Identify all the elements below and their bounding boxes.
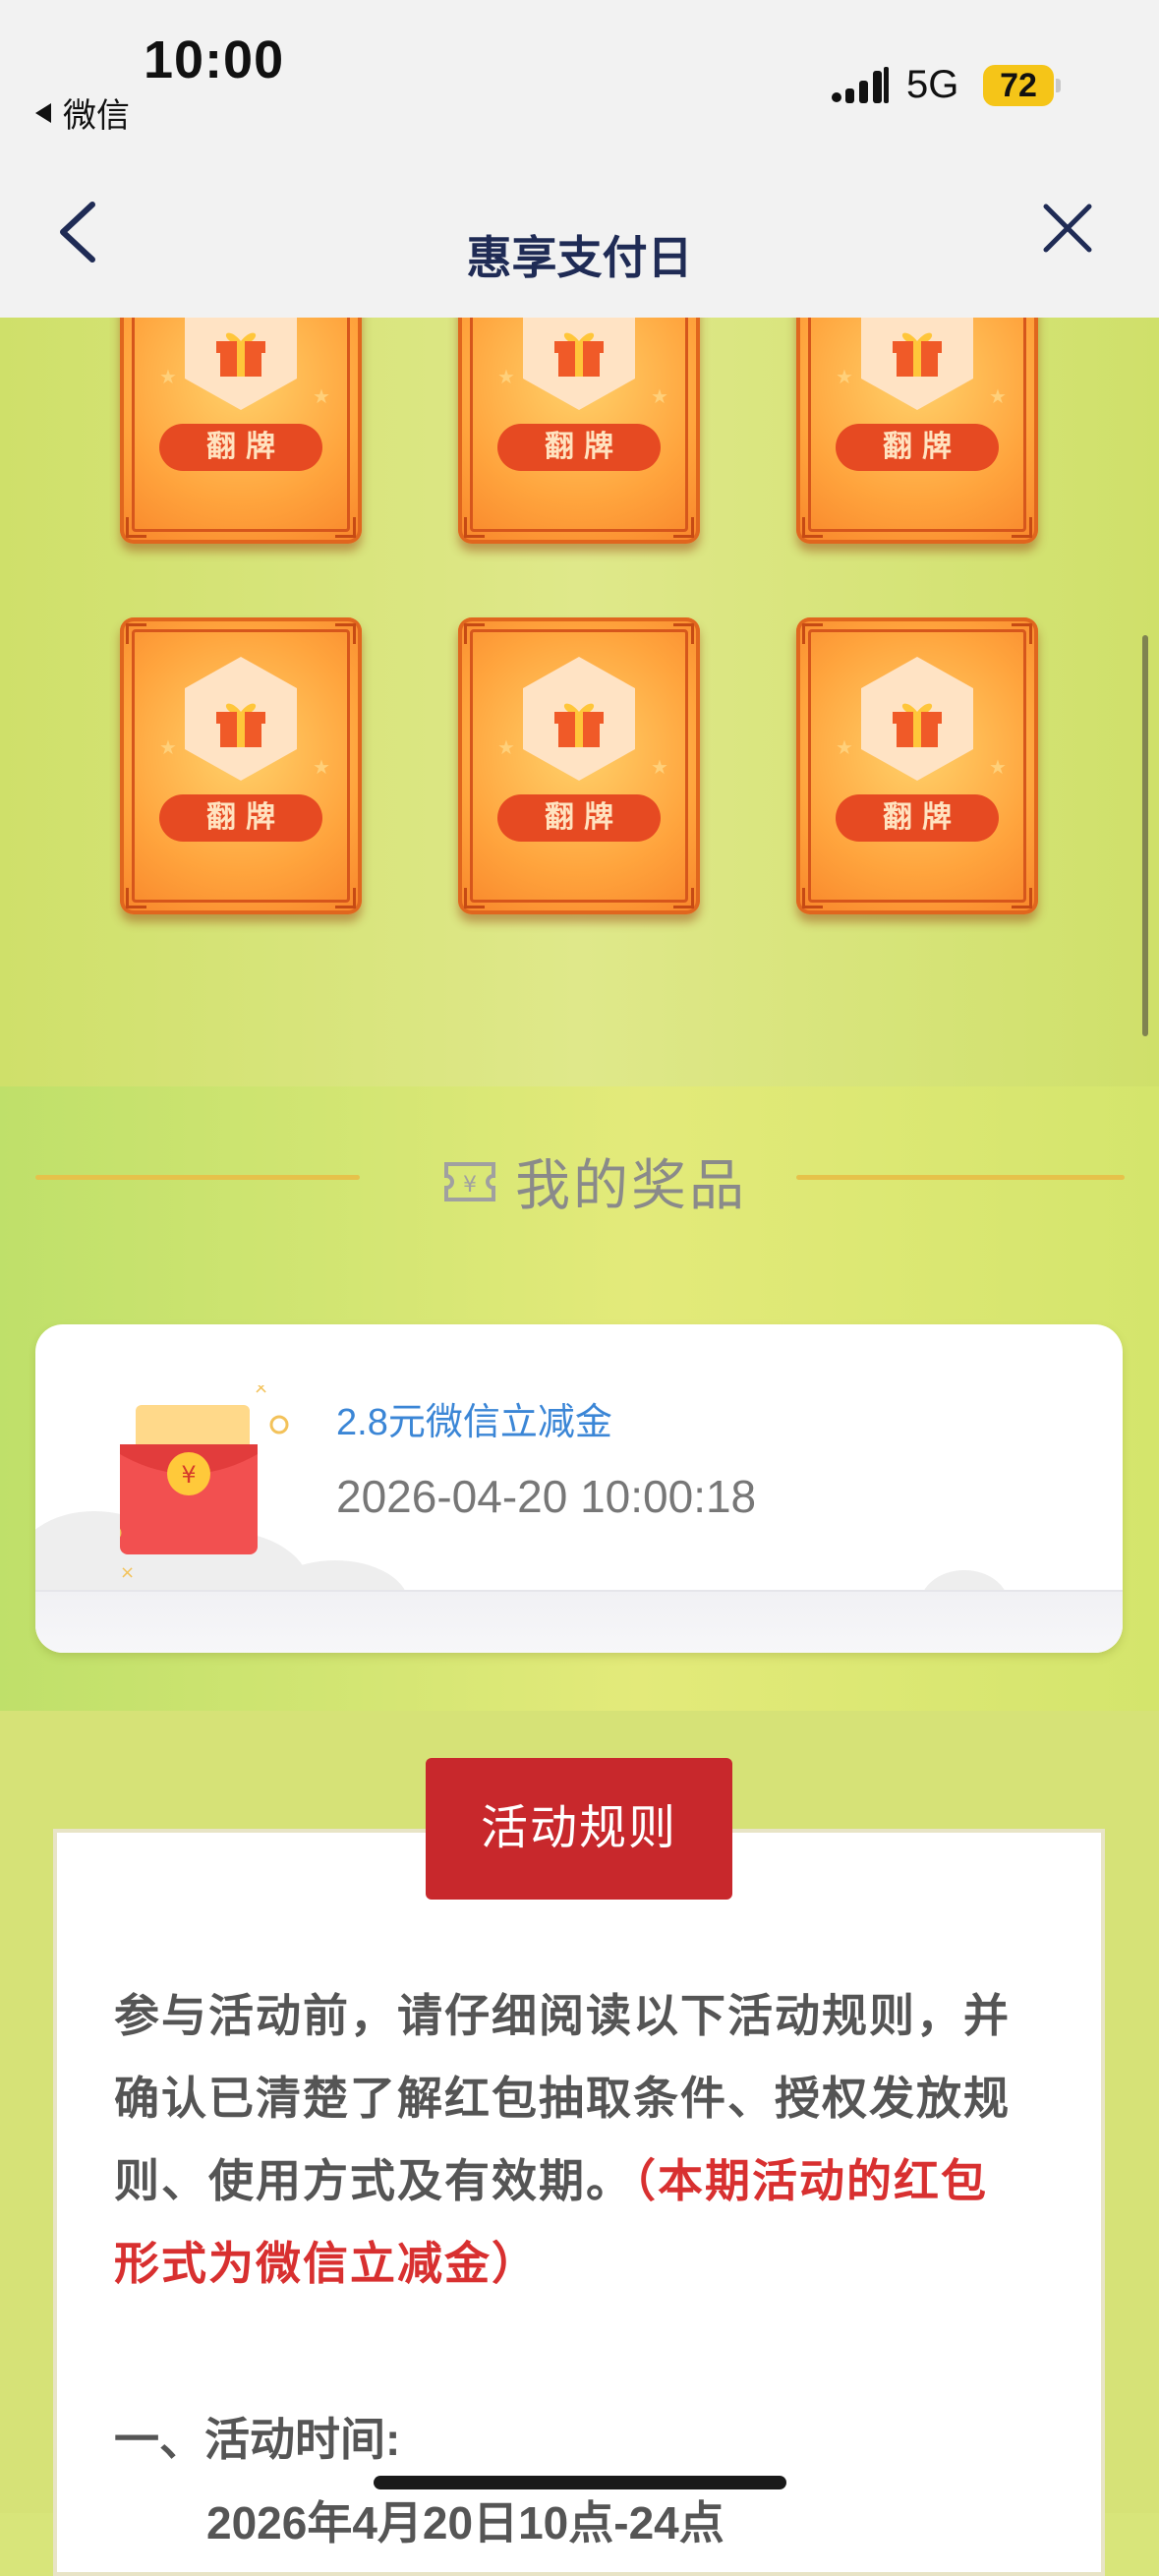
card-corner: [335, 517, 356, 538]
svg-text:×: ×: [254, 1385, 268, 1398]
page-title: 惠享支付日: [466, 232, 693, 283]
star-icon: ★: [313, 386, 330, 408]
close-icon[interactable]: [1038, 199, 1097, 258]
card-corner: [802, 623, 823, 644]
battery-level: 72: [1000, 66, 1037, 104]
star-icon: ★: [313, 757, 330, 779]
star-icon: ★: [836, 367, 853, 388]
back-triangle-icon: [35, 102, 51, 123]
gift-icon: [554, 703, 604, 747]
star-icon: ★: [497, 367, 515, 388]
prize-card-footer: [35, 1590, 1123, 1653]
star-icon: ★: [989, 386, 1007, 408]
gift-icon: [554, 332, 604, 377]
divider-line: [796, 1175, 1125, 1180]
svg-text:¥: ¥: [463, 1173, 477, 1198]
flip-card[interactable]: ★ ★ 翻牌: [458, 617, 700, 914]
back-app-label: 微信: [63, 97, 130, 135]
card-corner: [464, 888, 485, 908]
star-icon: ★: [497, 737, 515, 759]
gift-icon: [893, 703, 942, 747]
rules-section-text: 2026年4月20日10点-24点: [206, 2497, 724, 2548]
card-corner: [673, 888, 694, 908]
home-indicator[interactable]: [374, 2476, 786, 2489]
network-type: 5G: [906, 63, 959, 106]
svg-text:×: ×: [120, 1562, 135, 1582]
flip-cards-grid: ★ ★ 翻牌 ★ ★ 翻牌 ★ ★ 翻牌 ★ ★ 翻牌 ★ ★ 翻牌 ★ ★ 翻…: [0, 318, 1159, 1086]
flip-card-button[interactable]: 翻牌: [836, 794, 999, 842]
rules-section-heading: 一、活动时间:: [114, 2414, 401, 2465]
card-corner: [673, 517, 694, 538]
scrollbar[interactable]: [1142, 635, 1148, 1036]
flip-card[interactable]: ★ ★ 翻牌: [458, 318, 700, 544]
flip-card-button[interactable]: 翻牌: [159, 424, 322, 471]
nav-bar: 惠享支付日: [0, 157, 1159, 319]
card-corner: [1012, 517, 1032, 538]
divider-line: [35, 1175, 360, 1180]
card-corner: [1012, 888, 1032, 908]
flip-card-button[interactable]: 翻牌: [159, 794, 322, 842]
card-corner: [802, 517, 823, 538]
my-prizes-section: ¥ 我的奖品 ¥ × × 2.8元微信立减金 2026-04-20 10:00:…: [0, 1086, 1159, 1711]
card-corner: [126, 623, 146, 644]
prize-timestamp: 2026-04-20 10:00:18: [336, 1471, 757, 1522]
flip-card[interactable]: ★ ★ 翻牌: [796, 617, 1038, 914]
star-icon: ★: [836, 737, 853, 759]
flip-card[interactable]: ★ ★ 翻牌: [796, 318, 1038, 544]
gift-icon: [893, 332, 942, 377]
rules-section: 活动规则 参与活动前，请仔细阅读以下活动规则，并确认已清楚了解红包抽取条件、授权…: [0, 1711, 1159, 2576]
flip-card-button[interactable]: 翻牌: [497, 424, 661, 471]
clock-time: 10:00: [144, 30, 285, 89]
star-icon: ★: [651, 757, 668, 779]
card-corner: [802, 888, 823, 908]
prizes-title: 我的奖品: [515, 1154, 747, 1216]
flip-card[interactable]: ★ ★ 翻牌: [120, 617, 362, 914]
flip-card[interactable]: ★ ★ 翻牌: [120, 318, 362, 544]
prizes-header: ¥ 我的奖品: [442, 1142, 747, 1221]
svg-text:¥: ¥: [181, 1461, 196, 1489]
status-bar: 10:00 微信 5G 72: [0, 0, 1159, 157]
red-envelope-icon: ¥ × ×: [120, 1385, 289, 1582]
card-corner: [673, 623, 694, 644]
rules-tab: 活动规则: [426, 1758, 732, 1900]
card-corner: [126, 517, 146, 538]
rules-intro: 参与活动前，请仔细阅读以下活动规则，并确认已清楚了解红包抽取条件、授权发放规则、…: [114, 1974, 1018, 2305]
ticket-yen-icon: ¥: [444, 1161, 495, 1201]
card-corner: [335, 623, 356, 644]
cellular-signal-icon: [832, 67, 889, 103]
card-corner: [126, 888, 146, 908]
card-corner: [464, 623, 485, 644]
card-corner: [464, 517, 485, 538]
star-icon: ★: [989, 757, 1007, 779]
star-icon: ★: [159, 737, 177, 759]
flip-card-button[interactable]: 翻牌: [836, 424, 999, 471]
prize-item[interactable]: ¥ × × 2.8元微信立减金 2026-04-20 10:00:18: [35, 1324, 1123, 1653]
star-icon: ★: [651, 386, 668, 408]
star-icon: ★: [159, 367, 177, 388]
back-to-app-button[interactable]: 微信: [35, 88, 130, 137]
gift-icon: [216, 703, 265, 747]
card-corner: [335, 888, 356, 908]
card-corner: [1012, 623, 1032, 644]
gift-icon: [216, 332, 265, 377]
flip-card-button[interactable]: 翻牌: [497, 794, 661, 842]
prize-name[interactable]: 2.8元微信立减金: [336, 1391, 612, 1445]
battery-tip: [1056, 79, 1061, 92]
battery-icon: 72: [983, 65, 1054, 106]
